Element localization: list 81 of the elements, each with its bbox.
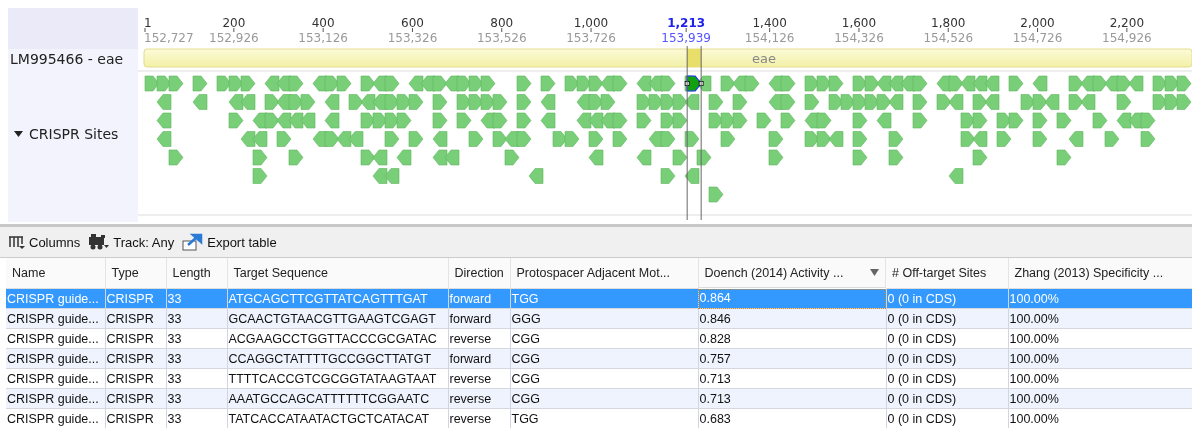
table-cell: CRISPR guide... — [6, 368, 105, 389]
train-icon — [88, 233, 111, 251]
table-cell: 100.00% — [1008, 328, 1192, 349]
selected-site-arrow[interactable] — [684, 75, 704, 92]
column-header[interactable]: Target Sequence — [227, 258, 448, 289]
disclosure-triangle-icon[interactable] — [14, 131, 23, 137]
table-cell: TTTTCACCGTCGCGGTATAAGTAAT — [227, 368, 448, 389]
table-cell: CRISPR guide... — [6, 308, 105, 329]
ruler-coordinate-label: 154,726 — [1012, 31, 1063, 45]
table-cell: CRISPR guide... — [6, 388, 105, 409]
ruler-coordinate-label: 152,926 — [209, 31, 259, 45]
table-cell: CGG — [510, 368, 698, 389]
table-cell: CRISPR — [105, 328, 166, 349]
ruler-position-label: 1,600 — [841, 16, 877, 30]
ruler-coordinate-label: 153,726 — [566, 31, 616, 45]
table-row[interactable]: CRISPR guide... CRISPR 33 GCAACTGTAACGTTGAAGTCGAGT forward GGG 0.846 0 (0 in CDS) 100.00% — [6, 308, 1192, 329]
ruler-position-label: 400 — [311, 16, 335, 30]
table-cell: CRISPR — [105, 408, 166, 428]
column-header[interactable]: Name — [6, 258, 105, 289]
column-header[interactable]: Direction — [448, 258, 510, 289]
table-row[interactable]: CRISPR guide... CRISPR 33 ACGAAGCCTGGTTACCCGCGATAC reverse CGG 0.828 0 (0 in CDS) 100.00% — [6, 328, 1192, 349]
track-button[interactable]: Track: Any — [86, 231, 177, 253]
table-cell: 33 — [166, 328, 227, 349]
ruler-position-label: 1,000 — [573, 16, 609, 30]
table-cell: TATCACCATAATACTGCTCATACAT — [227, 408, 448, 428]
sequence-label: LM995466 - eae — [9, 50, 125, 69]
ruler-position-label: 2,000 — [1020, 16, 1055, 30]
table-row[interactable]: CRISPR guide... CRISPR 33 TATCACCATAATACTGCTCATACAT reverse TGG 0.683 0 (0 in CDS) 100.00% — [6, 408, 1192, 428]
ruler-position-label: 800 — [490, 16, 514, 30]
table-row[interactable]: CRISPR guide... CRISPR 33 AAATGCCAGCATTTTTTCGGAATC reverse CGG 0.713 0 (0 in CDS) 100.00% — [6, 388, 1192, 409]
table-cell: reverse — [448, 368, 510, 389]
table-cell: TGG — [510, 408, 698, 428]
column-header[interactable]: Type — [105, 258, 166, 289]
export-button[interactable]: Export table — [180, 231, 279, 253]
table-cell: CGG — [510, 328, 698, 349]
table-cell: CRISPR guide... — [6, 408, 105, 428]
table-cell: 33 — [166, 368, 227, 389]
ruler-coordinate-label: 152,727 — [144, 31, 194, 45]
table-cell: 100.00% — [1008, 368, 1192, 389]
table-cell: ACGAAGCCTGGTTACCCGCGATAC — [227, 328, 448, 349]
ruler-coordinate-label: 154,326 — [834, 31, 884, 45]
table-cell: CRISPR guide... — [6, 348, 105, 369]
table-cell: 0.828 — [698, 328, 886, 349]
ruler-coordinate-label: 153,526 — [476, 31, 527, 45]
table-cell: 0 (0 in CDS) — [886, 408, 1008, 428]
ruler-coordinate-label: 154,526 — [923, 31, 974, 45]
ruler-position-label: 2,200 — [1109, 16, 1145, 30]
table-cell: CRISPR — [105, 368, 166, 389]
columns-icon — [8, 234, 26, 250]
column-header[interactable]: Zhang (2013) Specificity ... — [1008, 258, 1192, 289]
ruler-coordinate-label: 154,926 — [1102, 31, 1152, 45]
table-cell: CRISPR guide... — [6, 288, 105, 309]
ruler-position-label: 200 — [222, 16, 246, 30]
table-cell: reverse — [448, 408, 510, 428]
column-header[interactable]: Doench (2014) Activity ... — [698, 258, 886, 288]
table-cell: 0.864 — [698, 288, 886, 309]
ruler-position-label: 1,213 — [667, 16, 706, 30]
ruler-position-label: 1 — [144, 16, 152, 30]
column-header[interactable]: Length — [166, 258, 227, 289]
table-row[interactable]: CRISPR guide... CRISPR 33 TTTTCACCGTCGCGGTATAAGTAAT reverse CGG 0.713 0 (0 in CDS) 100.00% — [6, 368, 1192, 389]
table-cell: 0.683 — [698, 408, 886, 428]
ruler-coordinate-label: 154,126 — [744, 31, 795, 45]
table-cell: 0.713 — [698, 368, 886, 389]
table-cell: 33 — [166, 408, 227, 428]
table-cell: reverse — [448, 328, 510, 349]
column-header[interactable]: # Off-target Sites — [886, 258, 1008, 289]
columns-button[interactable]: Columns — [6, 232, 83, 252]
column-header[interactable]: Protospacer Adjacent Mot... — [510, 258, 698, 289]
table-cell: CRISPR guide... — [6, 328, 105, 349]
track-group-label[interactable]: CRISPR Sites — [29, 126, 119, 142]
table-row[interactable]: CRISPR guide... CRISPR 33 CCAGGCTATTTTGCCGGCTTATGT forward CGG 0.757 0 (0 in CDS) 100.00% — [6, 348, 1192, 369]
ruler-position-label: 1,800 — [931, 16, 966, 30]
ruler-position-label: 1,400 — [752, 16, 787, 30]
ruler-coordinate-label: 153,939 — [661, 31, 711, 45]
table-cell: 0 (0 in CDS) — [886, 328, 1008, 349]
ruler-position-label: 600 — [401, 16, 424, 30]
table-cell: 100.00% — [1008, 408, 1192, 428]
box-arrow-icon — [182, 233, 205, 251]
ruler-coordinate-label: 153,326 — [387, 31, 438, 45]
table-cell: 0 (0 in CDS) — [886, 368, 1008, 389]
ruler-coordinate-label: 153,126 — [298, 31, 348, 45]
